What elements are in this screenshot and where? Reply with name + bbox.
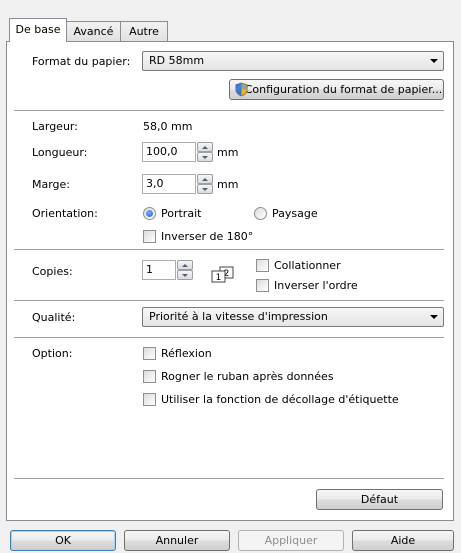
collate-checkbox[interactable]	[256, 259, 269, 272]
spin-up-icon[interactable]	[177, 260, 193, 270]
portrait-label[interactable]: Portrait	[161, 207, 201, 220]
copies-spinner[interactable]	[177, 260, 193, 280]
apply-button[interactable]: Appliquer	[238, 530, 344, 551]
portrait-radio[interactable]	[143, 207, 156, 220]
cancel-button-label: Annuler	[155, 534, 199, 547]
trim-checkbox[interactable]	[143, 370, 156, 383]
divider	[14, 337, 444, 338]
default-button[interactable]: Défaut	[316, 489, 443, 510]
paper-format-label: Format du papier:	[32, 55, 131, 68]
apply-button-label: Appliquer	[264, 534, 318, 547]
reverse-order-label[interactable]: Inverser l'ordre	[274, 279, 358, 292]
help-button-label: Aide	[390, 534, 416, 547]
paper-format-select[interactable]: RD 58mm	[142, 51, 444, 71]
spin-up-icon[interactable]	[197, 174, 213, 184]
length-unit: mm	[217, 146, 239, 159]
copies-label: Copies:	[32, 265, 73, 278]
paper-config-button[interactable]: Configuration du format de papier...	[229, 79, 444, 100]
quality-select[interactable]: Priorité à la vitesse d'impression	[142, 307, 444, 327]
orientation-label: Orientation:	[32, 207, 98, 220]
reverse-order-checkbox[interactable]	[256, 279, 269, 292]
rotate180-label[interactable]: Inverser de 180°	[161, 230, 253, 243]
landscape-label[interactable]: Paysage	[272, 207, 318, 220]
tab-autre[interactable]: Autre	[120, 21, 168, 41]
margin-spinner[interactable]	[197, 174, 213, 194]
spin-up-icon[interactable]	[197, 142, 213, 152]
tab-label: Avancé	[73, 25, 114, 38]
length-label: Longueur:	[32, 146, 88, 159]
copies-input[interactable]: 1	[142, 260, 176, 280]
spin-down-icon[interactable]	[197, 152, 213, 162]
length-spinner[interactable]	[197, 142, 213, 162]
spin-down-icon[interactable]	[197, 184, 213, 194]
tab-label: De base	[15, 23, 61, 36]
margin-unit: mm	[217, 178, 239, 191]
cancel-button[interactable]: Annuler	[124, 530, 230, 551]
ok-button-label: OK	[55, 534, 71, 547]
trim-label[interactable]: Rogner le ruban après données	[161, 370, 334, 383]
shield-icon	[235, 82, 248, 97]
peel-label[interactable]: Utiliser la fonction de décollage d'étiq…	[161, 393, 399, 406]
rotate180-checkbox[interactable]	[143, 230, 156, 243]
paper-config-label: Configuration du format de papier...	[244, 83, 443, 96]
svg-text:1: 1	[216, 273, 222, 283]
collate-pages-icon: 2 1	[211, 266, 234, 283]
divider	[14, 300, 444, 301]
chevron-down-icon	[430, 315, 438, 319]
quality-value: Priorité à la vitesse d'impression	[149, 310, 328, 323]
width-label: Largeur:	[32, 120, 78, 133]
divider	[14, 478, 444, 479]
width-value: 58,0 mm	[143, 120, 193, 133]
divider	[14, 249, 444, 250]
spin-down-icon[interactable]	[177, 270, 193, 280]
tab-label: Autre	[129, 25, 159, 38]
ok-button[interactable]: OK	[10, 530, 116, 551]
collate-label[interactable]: Collationner	[274, 259, 341, 272]
landscape-radio[interactable]	[254, 207, 267, 220]
tab-de-base[interactable]: De base	[9, 18, 67, 42]
margin-input[interactable]: 3,0	[142, 174, 196, 194]
length-input[interactable]: 100,0	[142, 142, 196, 162]
option-label: Option:	[32, 347, 73, 360]
paper-format-value: RD 58mm	[149, 54, 205, 67]
quality-label: Qualité:	[32, 311, 76, 324]
margin-label: Marge:	[32, 178, 71, 191]
mirror-label[interactable]: Réflexion	[161, 347, 212, 360]
chevron-down-icon	[430, 59, 438, 63]
divider	[14, 110, 444, 111]
tab-avance[interactable]: Avancé	[66, 21, 121, 41]
help-button[interactable]: Aide	[352, 530, 454, 551]
default-button-label: Défaut	[360, 493, 399, 506]
mirror-checkbox[interactable]	[143, 347, 156, 360]
peel-checkbox[interactable]	[143, 393, 156, 406]
